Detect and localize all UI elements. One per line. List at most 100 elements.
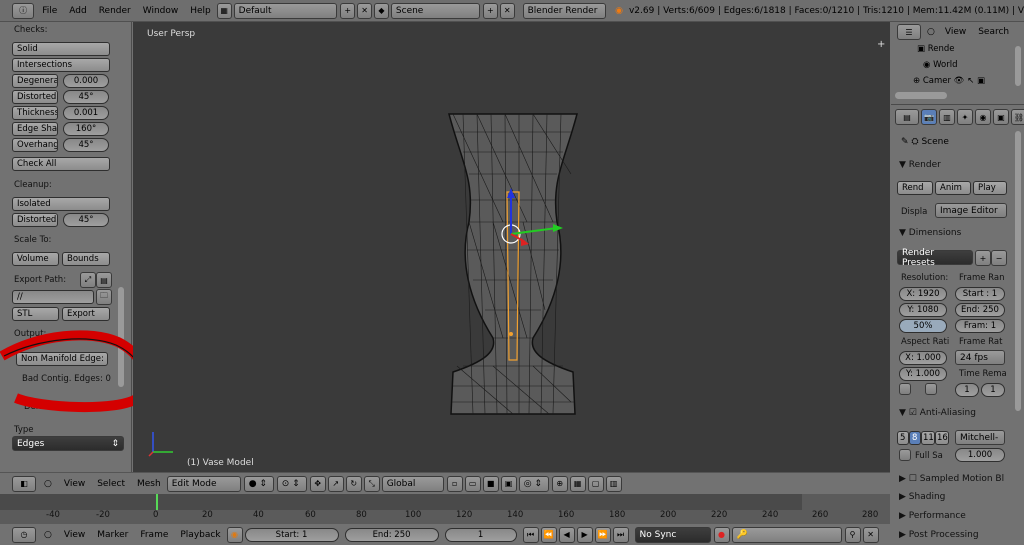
distorted-value[interactable]: 45° [63,90,109,104]
volume-button[interactable]: Volume [12,252,59,266]
sync-select[interactable]: No Sync [634,526,711,543]
menu-render[interactable]: Render [93,6,137,16]
object-tab-icon[interactable]: ▣ [993,109,1009,125]
layout-add-icon[interactable]: + [340,2,356,19]
crop-checkbox[interactable] [925,383,937,395]
outliner-collapse-icon[interactable]: ○ [927,27,935,37]
aa-samples-8[interactable]: 8 [909,431,921,445]
aa-samples-11[interactable]: 11 [921,431,935,445]
orientation-select[interactable]: Global [381,475,444,492]
post-processing-panel-header[interactable]: ▶ Post Processing [891,527,1017,543]
menu-view[interactable]: View [58,479,91,489]
degenerate-button[interactable]: Degenerat [12,74,58,88]
shading-select[interactable]: ● ⇕ [243,475,274,492]
edge-select-icon[interactable]: ▭ [464,475,481,492]
proportional-select[interactable]: ◎ ⇕ [518,475,549,492]
frame-start[interactable]: Start : 1 [955,287,1005,301]
collapse-icon[interactable]: ○ [44,479,52,489]
scene-add-icon[interactable]: + [482,2,498,19]
display-select[interactable]: Image Editor [935,203,1007,218]
timeline-area[interactable]: -40 -20 0 20 40 60 80 100 120 140 160 18… [0,494,890,524]
timeline-menu-view[interactable]: View [58,530,91,540]
render-anim-icon[interactable]: ▥ [605,475,622,492]
frame-end[interactable]: End: 250 [955,303,1005,317]
3d-viewport[interactable]: User Persp (1) Vase Model + [133,22,890,472]
path-icon[interactable]: ⤢ [80,272,96,288]
render-tab-icon[interactable]: 📷 [921,109,937,125]
face-select-icon[interactable]: ■ [482,475,499,492]
scene-close-icon[interactable]: ✕ [499,2,515,19]
layout-grid-icon[interactable]: ▦ [216,2,232,19]
aspect-x[interactable]: X: 1.000 [899,351,947,365]
degenerate-value[interactable]: 0.000 [63,74,109,88]
aa-samples-16[interactable]: 16 [935,431,949,445]
vertex-select-icon[interactable]: ▫ [446,475,463,492]
thickness-value[interactable]: 0.001 [63,106,109,120]
cleanup-distorted-button[interactable]: Distorted [12,213,58,227]
render-preview-icon[interactable]: ▢ [587,475,604,492]
menu-help[interactable]: Help [184,6,217,16]
menu-add[interactable]: Add [63,6,92,16]
translate-icon[interactable]: ↗ [327,475,344,492]
timeline-menu-frame[interactable]: Frame [134,530,174,540]
next-key-icon[interactable]: ⏩ [594,526,611,543]
prev-key-icon[interactable]: ⏪ [540,526,557,543]
timeline-menu-playback[interactable]: Playback [174,530,226,540]
current-frame-field[interactable]: 1 [444,527,517,542]
resolution-x[interactable]: X: 1920 [899,287,947,301]
record-icon[interactable]: ● [713,526,730,543]
mode-select[interactable]: Edit Mode [166,475,241,492]
world-tab-icon[interactable]: ◉ [975,109,991,125]
layout-select[interactable]: Default [233,2,338,19]
outliner-menu-search[interactable]: Search [972,27,1015,37]
render-image-button[interactable]: Rend [897,181,933,195]
occlude-icon[interactable]: ▣ [500,475,517,492]
resolution-y[interactable]: Y: 1080 [899,303,947,317]
aspect-y[interactable]: Y: 1.000 [899,367,947,381]
edge-sharp-value[interactable]: 160° [63,122,109,136]
expand-icon[interactable]: + [877,39,885,50]
resolution-percentage[interactable]: 50% [899,319,947,333]
info-editor-icon[interactable]: ⓘ [12,2,35,19]
outliner-item-camera[interactable]: ⊕ Camer 👁 ↖ ▣ [913,76,985,86]
intersections-button[interactable]: Intersections [12,58,110,72]
time-remap-old[interactable]: 1 [955,383,979,397]
properties-scrollbar[interactable] [1015,131,1021,411]
delete-key-icon[interactable]: ✕ [862,526,879,543]
range-icon[interactable]: ◉ [226,526,243,543]
constraints-tab-icon[interactable]: ⛓ [1011,109,1024,125]
bounds-button[interactable]: Bounds [62,252,110,266]
frame-step[interactable]: Fram: 1 [955,319,1005,333]
properties-editor-icon[interactable]: ▤ [895,109,919,125]
overhang-value[interactable]: 45° [63,138,109,152]
menu-select[interactable]: Select [91,479,131,489]
timeline-collapse-icon[interactable]: ○ [44,530,52,540]
layers-tab-icon[interactable]: ▥ [939,109,955,125]
current-frame-marker[interactable] [156,494,158,510]
fps-select[interactable]: 24 fps [955,350,1005,365]
render-anim-button[interactable]: Anim [935,181,971,195]
type-select[interactable]: Edges ⇕ [12,436,124,451]
outliner-editor-icon[interactable]: ☰ [897,24,921,40]
play-button[interactable]: Play [973,181,1007,195]
scale-icon[interactable]: ⤡ [363,475,380,492]
outliner-vscrollbar[interactable] [1015,46,1021,86]
timeline-editor-icon[interactable]: ◷ [12,526,36,543]
thickness-button[interactable]: Thickness [12,106,58,120]
check-all-button[interactable]: Check All [12,157,110,171]
start-frame-field[interactable]: Start: 1 [244,527,339,542]
layout-close-icon[interactable]: ✕ [357,2,373,19]
distorted-button[interactable]: Distorted [12,90,58,104]
scene-select[interactable]: Scene [390,2,480,19]
pivot-select[interactable]: ⊙ ⇕ [276,475,307,492]
rotate-icon[interactable]: ↻ [345,475,362,492]
dimensions-panel-header[interactable]: ▼ Dimensions [891,225,1017,241]
aa-filter-select[interactable]: Mitchell- [955,430,1005,445]
editor-type-icon[interactable]: ◧ [12,475,36,492]
folder-icon[interactable]: 🗀 [96,289,112,305]
outliner-item-render[interactable]: ▣ Rende [917,44,955,54]
engine-select[interactable]: Blender Render [522,2,607,19]
edge-sharp-button[interactable]: Edge Shar [12,122,58,136]
outliner-menu-view[interactable]: View [939,27,972,37]
vase-mesh[interactable] [433,100,593,420]
